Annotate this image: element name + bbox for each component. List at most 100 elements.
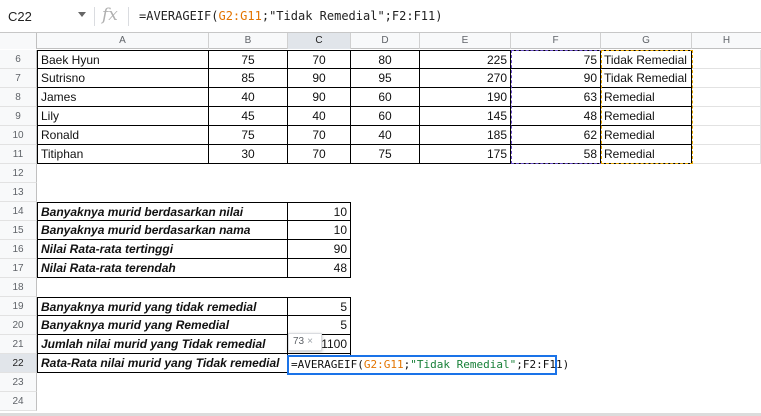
column-header-c[interactable]: C [288,33,351,49]
cell-c[interactable]: 70 [288,50,351,69]
cell-c[interactable]: 70 [288,145,351,164]
summary-label[interactable]: Banyaknya murid yang tidak remedial [37,297,288,316]
summary-value[interactable]: 48 [288,259,351,278]
row-header[interactable]: 6 [0,50,37,69]
cell-f[interactable]: 75 [511,50,601,69]
cell-d[interactable]: 80 [351,50,420,69]
cell-d[interactable]: 60 [351,88,420,107]
row-header[interactable]: 24 [0,392,37,411]
cell-b[interactable]: 45 [209,107,288,126]
name-box[interactable]: C22 [0,0,92,33]
cell-name[interactable]: Lily [37,107,209,126]
column-header-d[interactable]: D [351,33,420,49]
cell-f[interactable]: 48 [511,107,601,126]
cell-g[interactable]: Remedial [601,126,692,145]
cell-b[interactable]: 75 [209,126,288,145]
summary-label[interactable]: Jumlah nilai murid yang Tidak remedial [37,335,288,354]
cell-b[interactable]: 30 [209,145,288,164]
cell-name[interactable]: Sutrisno [37,69,209,88]
summary-label[interactable]: Nilai Rata-rata terendah [37,259,288,278]
cell-g[interactable]: Remedial [601,88,692,107]
summary-label[interactable]: Banyaknya murid berdasarkan nilai [37,202,288,221]
row-header[interactable]: 8 [0,88,37,107]
row-header[interactable]: 10 [0,126,37,145]
close-icon[interactable]: × [307,336,313,347]
cell-f[interactable]: 63 [511,88,601,107]
row-header[interactable]: 19 [0,297,37,316]
summary-label[interactable]: Banyaknya murid yang Remedial [37,316,288,335]
column-header-b[interactable]: B [209,33,288,49]
column-header-h[interactable]: H [692,33,761,49]
row-header[interactable]: 16 [0,240,37,259]
cell-editor[interactable]: =AVERAGEIF(G2:G11;"Tidak Remedial";F2:F1… [287,355,569,375]
cell-h[interactable] [692,88,761,107]
summary-label[interactable]: Nilai Rata-rata tertinggi [37,240,288,259]
cell-f[interactable]: 62 [511,126,601,145]
summary-value[interactable]: 10 [288,202,351,221]
cell-d[interactable]: 60 [351,107,420,126]
formula-input[interactable]: =AVERAGEIF(G2:G11;"Tidak Remedial";F2:F1… [139,9,443,23]
cell-d[interactable]: 75 [351,145,420,164]
cell-f[interactable]: 90 [511,69,601,88]
row-header[interactable]: 17 [0,259,37,278]
column-header-g[interactable]: G [601,33,692,49]
cell-b[interactable]: 40 [209,88,288,107]
row-header[interactable]: 11 [0,145,37,164]
summary-value[interactable]: 90 [288,240,351,259]
cell-name[interactable]: James [37,88,209,107]
cell-g[interactable]: Tidak Remedial [601,69,692,88]
cell-name[interactable]: Titiphan [37,145,209,164]
row-header[interactable]: 13 [0,183,37,202]
cell-e[interactable]: 145 [420,107,511,126]
cell-h[interactable] [692,126,761,145]
table-row: 13 [0,183,761,202]
cell-h[interactable] [692,69,761,88]
name-box-value: C22 [8,9,32,24]
column-header-e[interactable]: E [420,33,511,49]
cell-h[interactable] [692,50,761,69]
row-header[interactable]: 23 [0,373,37,392]
row-header[interactable]: 22 [0,354,37,373]
summary-label[interactable]: Rata-Rata nilai murid yang Tidak remedia… [37,354,288,373]
cell-c[interactable]: 70 [288,126,351,145]
row-header[interactable]: 9 [0,107,37,126]
cell-g[interactable]: Tidak Remedial [601,50,692,69]
cell-g[interactable]: Remedial [601,107,692,126]
column-header-f[interactable]: F [511,33,601,49]
cell-c[interactable]: 90 [288,88,351,107]
row-header[interactable]: 18 [0,278,37,297]
cell-b[interactable]: 85 [209,69,288,88]
row-header[interactable]: 15 [0,221,37,240]
cell-e[interactable]: 190 [420,88,511,107]
row-header[interactable]: 14 [0,202,37,221]
cell-h[interactable] [692,145,761,164]
row-header[interactable]: 7 [0,69,37,88]
cell-h[interactable] [692,107,761,126]
summary-value[interactable]: 10 [288,221,351,240]
column-header-a[interactable]: A [37,33,209,49]
cell-e[interactable]: 270 [420,69,511,88]
table-row: 18 [0,278,761,297]
cell-c[interactable]: 40 [288,107,351,126]
cell-d[interactable]: 95 [351,69,420,88]
cell-f[interactable]: 58 [511,145,601,164]
cell-e[interactable]: 185 [420,126,511,145]
row-header[interactable]: 12 [0,164,37,183]
formula-bar: C22 fx =AVERAGEIF(G2:G11;"Tidak Remedial… [0,0,761,33]
table-row: 24 [0,392,761,411]
row-header[interactable]: 20 [0,316,37,335]
cell-b[interactable]: 75 [209,50,288,69]
cell-d[interactable]: 40 [351,126,420,145]
column-header-row: A B C D E F G H [0,33,761,49]
select-all-corner[interactable] [0,33,37,49]
summary-label[interactable]: Banyaknya murid berdasarkan nama [37,221,288,240]
row-header[interactable]: 21 [0,335,37,354]
cell-e[interactable]: 175 [420,145,511,164]
cell-g[interactable]: Remedial [601,145,692,164]
summary-value[interactable]: 5 [288,297,351,316]
cell-name[interactable]: Ronald [37,126,209,145]
cell-c[interactable]: 90 [288,69,351,88]
chevron-down-icon[interactable] [78,12,86,17]
cell-name[interactable]: Baek Hyun [37,50,209,69]
cell-e[interactable]: 225 [420,50,511,69]
